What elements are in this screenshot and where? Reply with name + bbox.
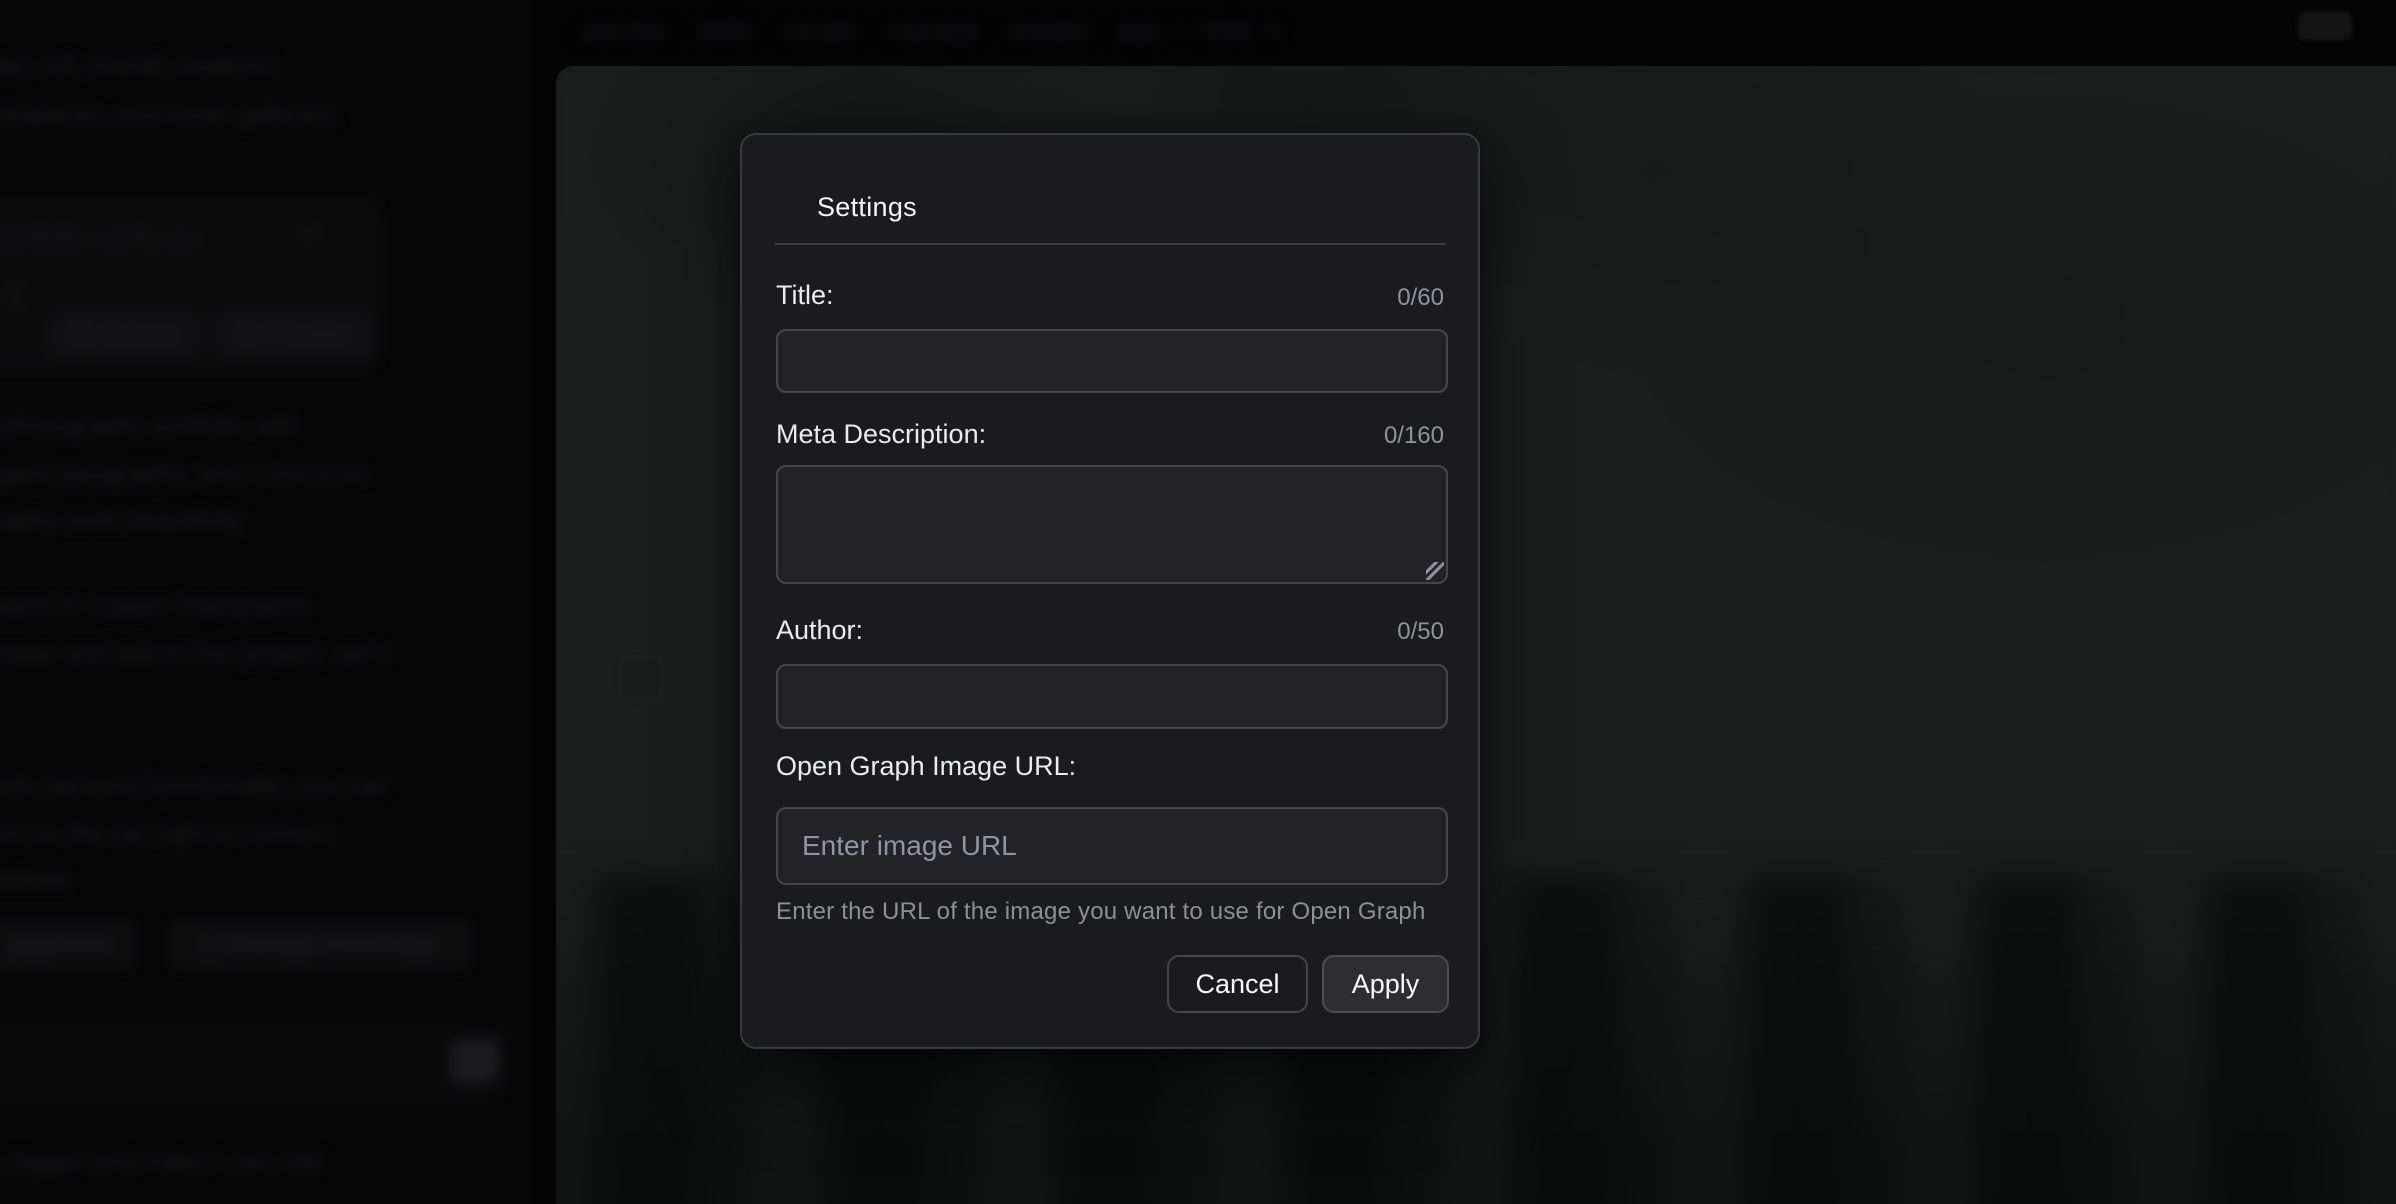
sidebar-text-line: ng photography portfolio with — [0, 410, 298, 441]
og-image-url-helper-text: Enter the URL of the image you want to u… — [776, 898, 1448, 926]
settings-dialog: Settings Title: 0/60 Meta Description: 0… — [740, 133, 1480, 1049]
close-icon[interactable]: × — [300, 217, 318, 251]
sidebar-text-line: ography work beautifully — [0, 505, 244, 536]
send-icon[interactable] — [452, 1040, 498, 1082]
resize-handle-icon[interactable] — [1426, 562, 1444, 580]
top-right-icon[interactable] — [2298, 12, 2352, 40]
meta-description-textarea[interactable] — [776, 465, 1448, 584]
apply-button[interactable]: Apply — [1322, 955, 1449, 1013]
sidebar-text-line: to make and add to this project, set it — [0, 638, 389, 669]
card-button-preview[interactable]: Preview — [216, 313, 372, 355]
sidebar: st tips rull, overall creations workspac… — [0, 0, 532, 1204]
nav-item[interactable]: visuals — [780, 15, 859, 46]
account-menu[interactable]: hello — [1200, 15, 1255, 46]
sidebar-text-line: elegant typography, and a focus on — [0, 458, 368, 489]
title-input[interactable] — [776, 329, 1448, 393]
panel-floating-button[interactable] — [619, 657, 663, 701]
og-image-url-input[interactable] — [776, 807, 1448, 885]
cancel-button[interactable]: Cancel — [1167, 955, 1308, 1013]
sidebar-button-manage-knowledge[interactable]: Manage knowledge — [170, 922, 470, 968]
dialog-title: Settings — [817, 192, 917, 223]
sidebar-text-line: icons on the top right to connect — [0, 818, 333, 849]
sidebar-text-line: workspaces, and travel galleries. — [0, 99, 341, 130]
nav-item[interactable]: preview — [580, 15, 670, 46]
card-button-label: Preview — [267, 321, 349, 348]
button-label: Manage knowledge — [230, 931, 438, 959]
book-icon — [202, 936, 220, 954]
sidebar-text-line: needs backend functionality, you can — [0, 770, 388, 801]
divider — [775, 243, 1446, 245]
nav-item[interactable]: manage — [886, 15, 980, 46]
nav-item[interactable]: tweaks — [1007, 15, 1088, 46]
sidebar-chat-input[interactable] — [0, 1030, 504, 1094]
nav-item[interactable]: app — [1115, 15, 1158, 46]
author-input[interactable] — [776, 664, 1448, 729]
sidebar-blurred-content: st tips rull, overall creations workspac… — [0, 0, 532, 1204]
meta-description-label: Meta Description: — [776, 419, 986, 450]
card-button-canvas[interactable]: Canvas — [50, 313, 200, 355]
card-button-label: Canvas — [100, 321, 178, 348]
sidebar-card: portfolio works as × g Canvas Preview — [0, 199, 378, 367]
sidebar-text-line: this bigger and make it set cold — [0, 1146, 322, 1177]
title-label: Title: — [776, 280, 834, 311]
author-char-counter: 0/50 — [1397, 618, 1444, 646]
chevron-down-icon: ▾ — [1268, 15, 1281, 46]
title-char-counter: 0/60 — [1397, 284, 1444, 312]
sidebar-button-pagebook[interactable]: pagebook — [0, 922, 134, 968]
app-window: preview skills visuals manage tweaks app… — [0, 0, 2396, 1204]
sidebar-card-snippet: g — [8, 277, 22, 308]
sidebar-text-line: database — [0, 864, 71, 895]
nav-item[interactable]: skills — [697, 15, 753, 46]
author-label: Author: — [776, 615, 863, 646]
og-image-url-label: Open Graph Image URL: — [776, 751, 1076, 782]
sidebar-text-line: content or custom instructions — [0, 590, 309, 621]
sidebar-card-title: portfolio works as — [0, 223, 196, 254]
square-icon — [72, 325, 90, 343]
sidebar-text-line: st tips rull, overall creations — [0, 50, 278, 81]
plus-icon[interactable]: + — [1172, 15, 1187, 46]
square-icon — [239, 325, 257, 343]
top-nav: preview skills visuals manage tweaks app… — [580, 15, 1267, 46]
button-label: pagebook — [6, 931, 111, 959]
meta-description-char-counter: 0/160 — [1384, 422, 1444, 450]
